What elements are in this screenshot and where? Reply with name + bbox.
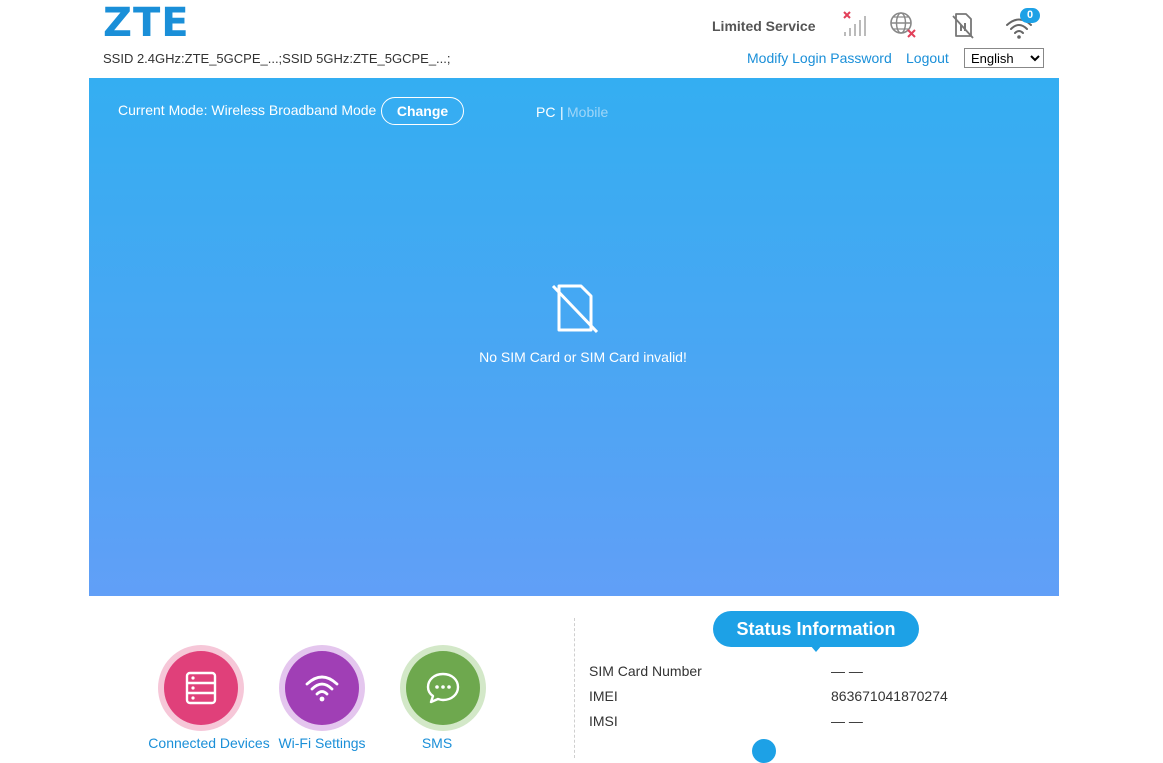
signal-no-service-icon <box>843 11 866 36</box>
more-info-toggle[interactable] <box>752 739 776 763</box>
language-select[interactable]: English <box>964 48 1044 68</box>
status-title-pointer <box>810 645 822 652</box>
sim-card-number-value: — — <box>831 663 863 679</box>
wifi-clients-badge: 0 <box>1020 8 1040 23</box>
internet-disconnected-icon <box>890 12 916 38</box>
ssid-text: SSID 2.4GHz:ZTE_5GCPE_...;SSID 5GHz:ZTE_… <box>103 51 451 66</box>
connected-devices-button[interactable] <box>158 645 244 731</box>
wifi-settings-icon <box>305 675 339 702</box>
no-sim-card-icon <box>551 284 599 334</box>
imsi-label: IMSI <box>589 713 618 729</box>
status-information-title: Status Information <box>713 611 919 647</box>
pc-view-link[interactable]: PC <box>536 104 555 120</box>
imsi-value: — — <box>831 713 863 729</box>
view-separator: | <box>560 104 564 120</box>
change-mode-button[interactable]: Change <box>381 97 464 125</box>
imei-value: 863671041870274 <box>831 688 948 704</box>
sim-card-number-label: SIM Card Number <box>589 663 702 679</box>
connected-devices-circle <box>164 651 238 725</box>
wifi-settings-circle <box>285 651 359 725</box>
device-list-icon <box>185 671 217 705</box>
sms-button[interactable] <box>400 645 486 731</box>
status-banner: Current Mode: Wireless Broadband Mode Ch… <box>89 78 1059 596</box>
current-mode-text: Current Mode: Wireless Broadband Mode <box>118 102 377 118</box>
wifi-settings-button[interactable] <box>279 645 365 731</box>
network-status: Limited Service <box>712 18 816 34</box>
mobile-view-link[interactable]: Mobile <box>567 104 608 120</box>
logout-link[interactable]: Logout <box>906 50 949 66</box>
sim-error-message: No SIM Card or SIM Card invalid! <box>479 349 687 365</box>
imei-label: IMEI <box>589 688 618 704</box>
zte-logo: ZTE <box>103 0 190 46</box>
section-divider <box>574 618 575 758</box>
sms-label[interactable]: SMS <box>367 735 507 751</box>
sms-circle <box>406 651 480 725</box>
sms-icon <box>426 672 460 704</box>
modify-password-link[interactable]: Modify Login Password <box>747 50 892 66</box>
no-sim-icon <box>952 13 974 39</box>
